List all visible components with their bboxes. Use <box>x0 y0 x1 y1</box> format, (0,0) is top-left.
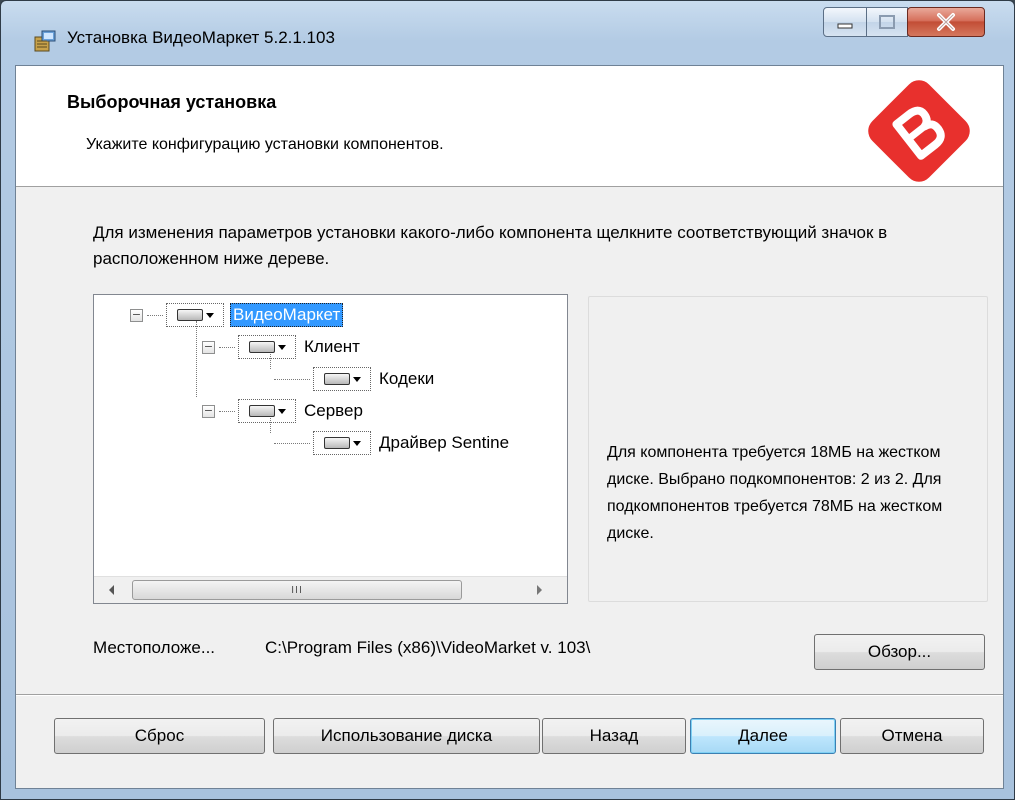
close-icon <box>937 13 955 31</box>
cancel-button[interactable]: Отмена <box>840 718 984 754</box>
tree-node-server[interactable]: − Сервер <box>202 397 365 425</box>
footer-divider <box>16 694 1003 696</box>
window-title: Установка ВидеоМаркет 5.2.1.103 <box>67 28 335 47</box>
tree-node-client[interactable]: − Клиент <box>202 333 362 361</box>
next-button[interactable]: Далее <box>690 718 836 754</box>
tree-node-label[interactable]: Клиент <box>302 336 362 358</box>
tree-node-videomarket[interactable]: − ВидеоМаркет <box>130 301 344 329</box>
close-button[interactable] <box>907 7 985 37</box>
collapse-icon[interactable]: − <box>202 340 215 354</box>
browse-button[interactable]: Обзор... <box>814 634 985 670</box>
tree-node-label[interactable]: Кодеки <box>377 368 436 390</box>
header-banner: Выборочная установка Укажите конфигураци… <box>16 66 1003 187</box>
dialog-client-area: Выборочная установка Укажите конфигураци… <box>15 65 1004 789</box>
maximize-button[interactable] <box>866 7 908 37</box>
title-bar[interactable]: Установка ВидеоМаркет 5.2.1.103 <box>1 1 1014 52</box>
feature-tree[interactable]: − ВидеоМаркет − Клиент Кодеки − Сервер Д… <box>93 294 568 604</box>
hard-drive-icon <box>176 309 203 321</box>
feature-state-dropdown[interactable] <box>238 399 296 423</box>
component-info-text: Для компонента требуется 18МБ на жестком… <box>607 444 943 542</box>
dropdown-arrow-icon <box>277 408 286 414</box>
feature-state-dropdown[interactable] <box>166 303 224 327</box>
feature-state-dropdown[interactable] <box>313 367 371 391</box>
tree-node-label[interactable]: ВидеоМаркет <box>230 303 344 327</box>
installer-icon <box>34 30 56 52</box>
collapse-icon[interactable]: − <box>130 308 143 322</box>
dropdown-arrow-icon <box>352 376 361 382</box>
tree-node-codecs[interactable]: Кодеки <box>274 365 436 393</box>
disk-usage-button[interactable]: Использование диска <box>273 718 540 754</box>
instruction-text: Для изменения параметров установки каког… <box>93 223 888 268</box>
dropdown-arrow-icon <box>205 312 214 318</box>
component-info-panel: Для компонента требуется 18МБ на жестком… <box>588 296 988 602</box>
hard-drive-icon <box>248 405 275 417</box>
dropdown-arrow-icon <box>277 344 286 350</box>
page-subtitle: Укажите конфигурацию установки компонент… <box>86 136 444 153</box>
scrollbar-thumb[interactable]: III <box>132 580 462 600</box>
installer-window: Установка ВидеоМаркет 5.2.1.103 Выборочн… <box>0 0 1015 800</box>
tree-node-sentinel-driver[interactable]: Драйвер Sentine <box>274 429 511 457</box>
back-button[interactable]: Назад <box>542 718 686 754</box>
location-path: C:\Program Files (x86)\VideoMarket v. 10… <box>265 638 591 657</box>
tree-node-label[interactable]: Драйвер Sentine <box>377 432 511 454</box>
hard-drive-icon <box>323 437 350 449</box>
page-title: Выборочная установка <box>67 92 277 112</box>
videomarket-logo <box>868 80 970 182</box>
minimize-button[interactable] <box>823 7 867 37</box>
scroll-left-icon[interactable] <box>98 577 124 603</box>
maximize-icon <box>879 15 895 29</box>
reset-button[interactable]: Сброс <box>54 718 265 754</box>
feature-state-dropdown[interactable] <box>313 431 371 455</box>
scroll-right-icon[interactable] <box>526 577 552 603</box>
hard-drive-icon <box>323 373 350 385</box>
location-label: Местоположе... <box>93 638 216 657</box>
hard-drive-icon <box>248 341 275 353</box>
minimize-icon <box>837 23 853 29</box>
collapse-icon[interactable]: − <box>202 404 215 418</box>
tree-node-label[interactable]: Сервер <box>302 400 365 422</box>
feature-state-dropdown[interactable] <box>238 335 296 359</box>
horizontal-scrollbar[interactable]: III <box>94 576 567 603</box>
dropdown-arrow-icon <box>352 440 361 446</box>
